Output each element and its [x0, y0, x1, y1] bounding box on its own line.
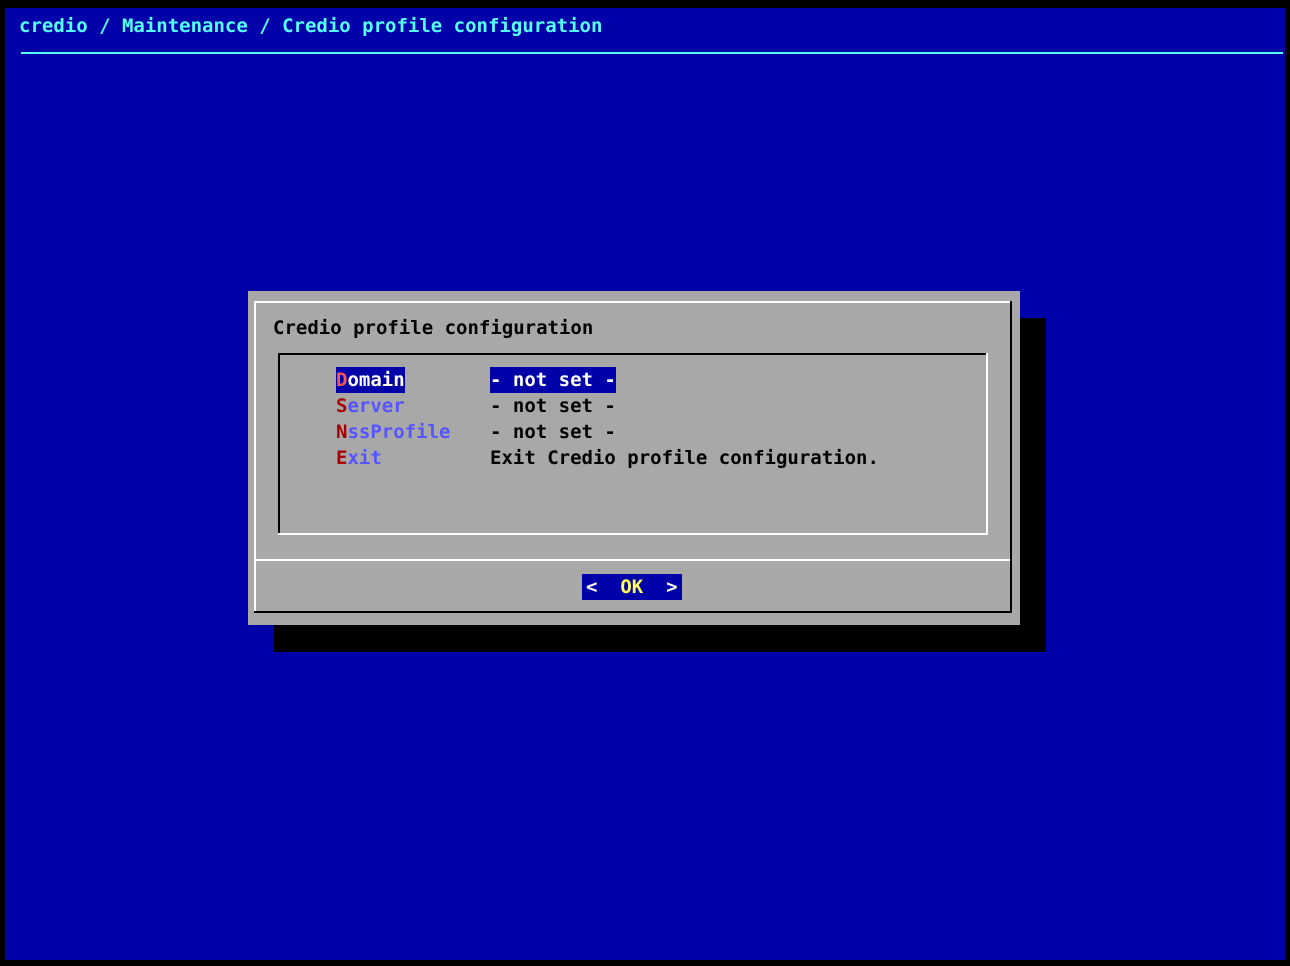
- backtitle-breadcrumb: credio / Maintenance / Credio profile co…: [19, 15, 603, 37]
- hotkey: N: [336, 421, 348, 443]
- dialog-frame-bottom: [254, 611, 1012, 613]
- dialog-frame-right: [1010, 301, 1012, 613]
- menu-item-exit[interactable]: Exit Exit Credio profile configuration.: [336, 445, 879, 471]
- button-open-bracket: <: [586, 576, 598, 598]
- menu-item-value: - not set -: [490, 367, 616, 393]
- menu-list: Domain - not set - Server - not set - Ns…: [278, 353, 988, 535]
- button-close-bracket: >: [666, 576, 678, 598]
- menu-border-top: [278, 353, 988, 355]
- menu-tag-label: ssProfile: [347, 421, 451, 443]
- button-area-separator: [256, 559, 1010, 561]
- profile-config-dialog: Credio profile configuration Domain - no…: [248, 291, 1020, 625]
- backtitle-divider: [21, 52, 1283, 54]
- ok-button-label: OK: [620, 576, 644, 598]
- ok-button[interactable]: < OK >: [582, 574, 682, 600]
- menu-tag-label: omain: [347, 369, 405, 391]
- menu-tag-server[interactable]: Server: [336, 393, 405, 419]
- hotkey: E: [336, 447, 348, 469]
- menu-tag-label: xit: [347, 447, 382, 469]
- menu-tag-exit[interactable]: Exit: [336, 445, 382, 471]
- dialog-title: Credio profile configuration: [273, 317, 594, 339]
- menu-border-right: [986, 353, 988, 535]
- menu-border-left: [278, 353, 280, 535]
- menu-item-domain[interactable]: Domain - not set -: [336, 367, 616, 393]
- hotkey: S: [336, 395, 348, 417]
- menu-tag-nssprofile[interactable]: NssProfile: [336, 419, 450, 445]
- menu-tag-domain[interactable]: Domain: [336, 367, 405, 393]
- menu-border-bottom: [278, 533, 988, 535]
- menu-tag-label: erver: [347, 395, 405, 417]
- dialog-frame-left: [254, 301, 256, 613]
- dialog-frame: [254, 301, 1010, 303]
- hotkey: D: [336, 369, 348, 391]
- menu-item-server[interactable]: Server - not set -: [336, 393, 616, 419]
- menu-item-value: - not set -: [490, 395, 616, 417]
- menu-item-value: Exit Credio profile configuration.: [490, 447, 879, 469]
- menu-item-value: - not set -: [490, 421, 616, 443]
- menu-item-nssprofile[interactable]: NssProfile - not set -: [336, 419, 616, 445]
